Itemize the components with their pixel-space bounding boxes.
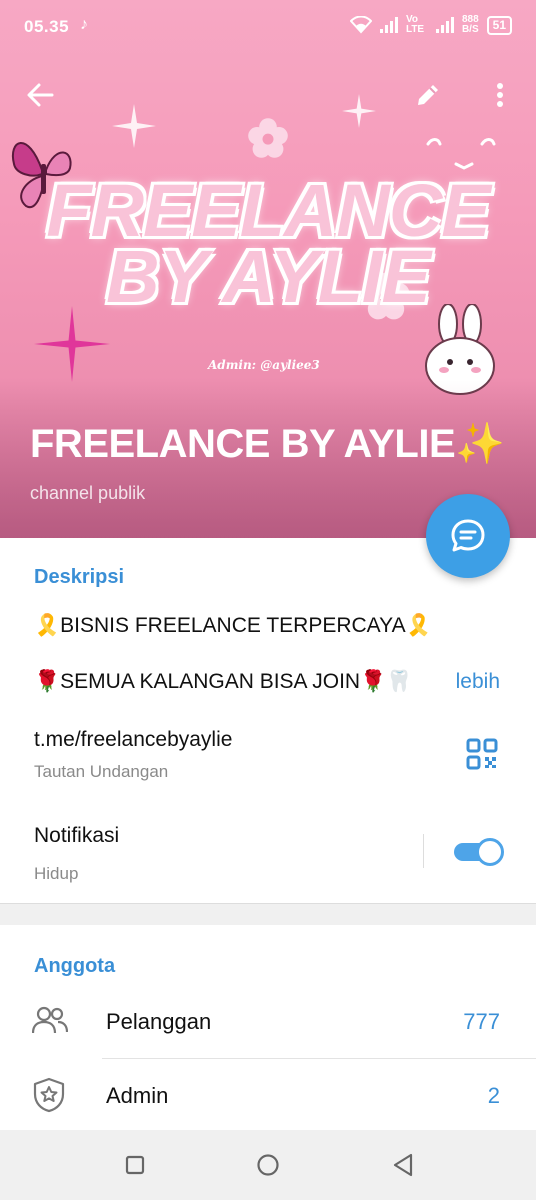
discussion-fab[interactable] bbox=[426, 494, 510, 578]
signal-icon bbox=[379, 17, 398, 33]
admins-label: Admin bbox=[106, 1083, 169, 1108]
more-vert-icon bbox=[497, 83, 503, 107]
subscribers-count: 777 bbox=[463, 1009, 500, 1034]
tiktok-notification-icon: ♪ bbox=[80, 16, 88, 33]
circle-icon bbox=[257, 1154, 279, 1176]
qr-code-icon bbox=[466, 738, 498, 770]
members-card: Anggota Pelanggan 777 Admin 2 bbox=[0, 925, 536, 1130]
status-time: 05.35 bbox=[24, 17, 70, 36]
subscribers-label: Pelanggan bbox=[106, 1009, 212, 1034]
system-nav-bar bbox=[0, 1130, 536, 1200]
invite-link[interactable]: t.me/freelancebyaylie bbox=[34, 728, 232, 752]
square-icon bbox=[125, 1155, 145, 1175]
signal-icon-2 bbox=[435, 17, 454, 33]
banner-title: FREELANCE BY AYLIE bbox=[46, 169, 490, 318]
home-button[interactable] bbox=[253, 1150, 283, 1180]
divider bbox=[423, 834, 424, 868]
description-line-1: 🎗️BISNIS FREELANCE TERPERCAYA🎗️ bbox=[34, 614, 432, 637]
description-line-2: 🌹SEMUA KALANGAN BISA JOIN🌹🦷 lebih bbox=[34, 670, 504, 694]
flower-decoration bbox=[248, 118, 288, 158]
chat-bubble-icon bbox=[451, 519, 485, 552]
more-link[interactable]: lebih bbox=[456, 670, 500, 694]
recents-button[interactable] bbox=[120, 1150, 150, 1180]
arrow-left-icon bbox=[27, 83, 54, 107]
channel-type: channel publik bbox=[30, 483, 146, 503]
members-heading: Anggota bbox=[34, 955, 116, 977]
back-nav-button[interactable] bbox=[388, 1150, 418, 1180]
row-divider bbox=[102, 1058, 536, 1059]
top-app-bar bbox=[0, 70, 536, 120]
edit-button[interactable] bbox=[408, 75, 448, 115]
qr-code-button[interactable] bbox=[466, 738, 498, 775]
net-speed: 888 B/S bbox=[461, 14, 479, 35]
invite-link-caption: Tautan Undangan bbox=[34, 762, 169, 781]
channel-header: FREELANCE BY AYLIE Admin: @ayliee3 05.35… bbox=[0, 0, 536, 538]
notifications-status: Hidup bbox=[34, 864, 79, 883]
shield-star-icon bbox=[33, 1077, 65, 1113]
sparkle-decoration bbox=[34, 306, 110, 382]
status-bar: 05.35 ♪ Vo LTE 888 B/S 51 bbox=[0, 0, 536, 56]
channel-title: FREELANCE BY AYLIE✨ bbox=[30, 422, 505, 466]
network-type: Vo LTE bbox=[405, 14, 425, 35]
banner-admin-tag: Admin: @ayliee3 bbox=[208, 358, 320, 372]
notifications-label: Notifikasi bbox=[34, 824, 120, 847]
battery-indicator: 51 bbox=[486, 15, 512, 35]
triangle-back-icon bbox=[393, 1153, 413, 1177]
admins-count: 2 bbox=[487, 1083, 500, 1108]
users-icon bbox=[32, 1006, 68, 1034]
back-button[interactable] bbox=[20, 75, 60, 115]
description-heading: Deskripsi bbox=[34, 566, 125, 588]
pencil-icon bbox=[418, 85, 438, 105]
notifications-toggle[interactable] bbox=[454, 838, 504, 866]
wifi-icon bbox=[349, 16, 372, 34]
more-options-button[interactable] bbox=[480, 75, 520, 115]
description-text: 🌹SEMUA KALANGAN BISA JOIN🌹🦷 bbox=[34, 670, 413, 693]
